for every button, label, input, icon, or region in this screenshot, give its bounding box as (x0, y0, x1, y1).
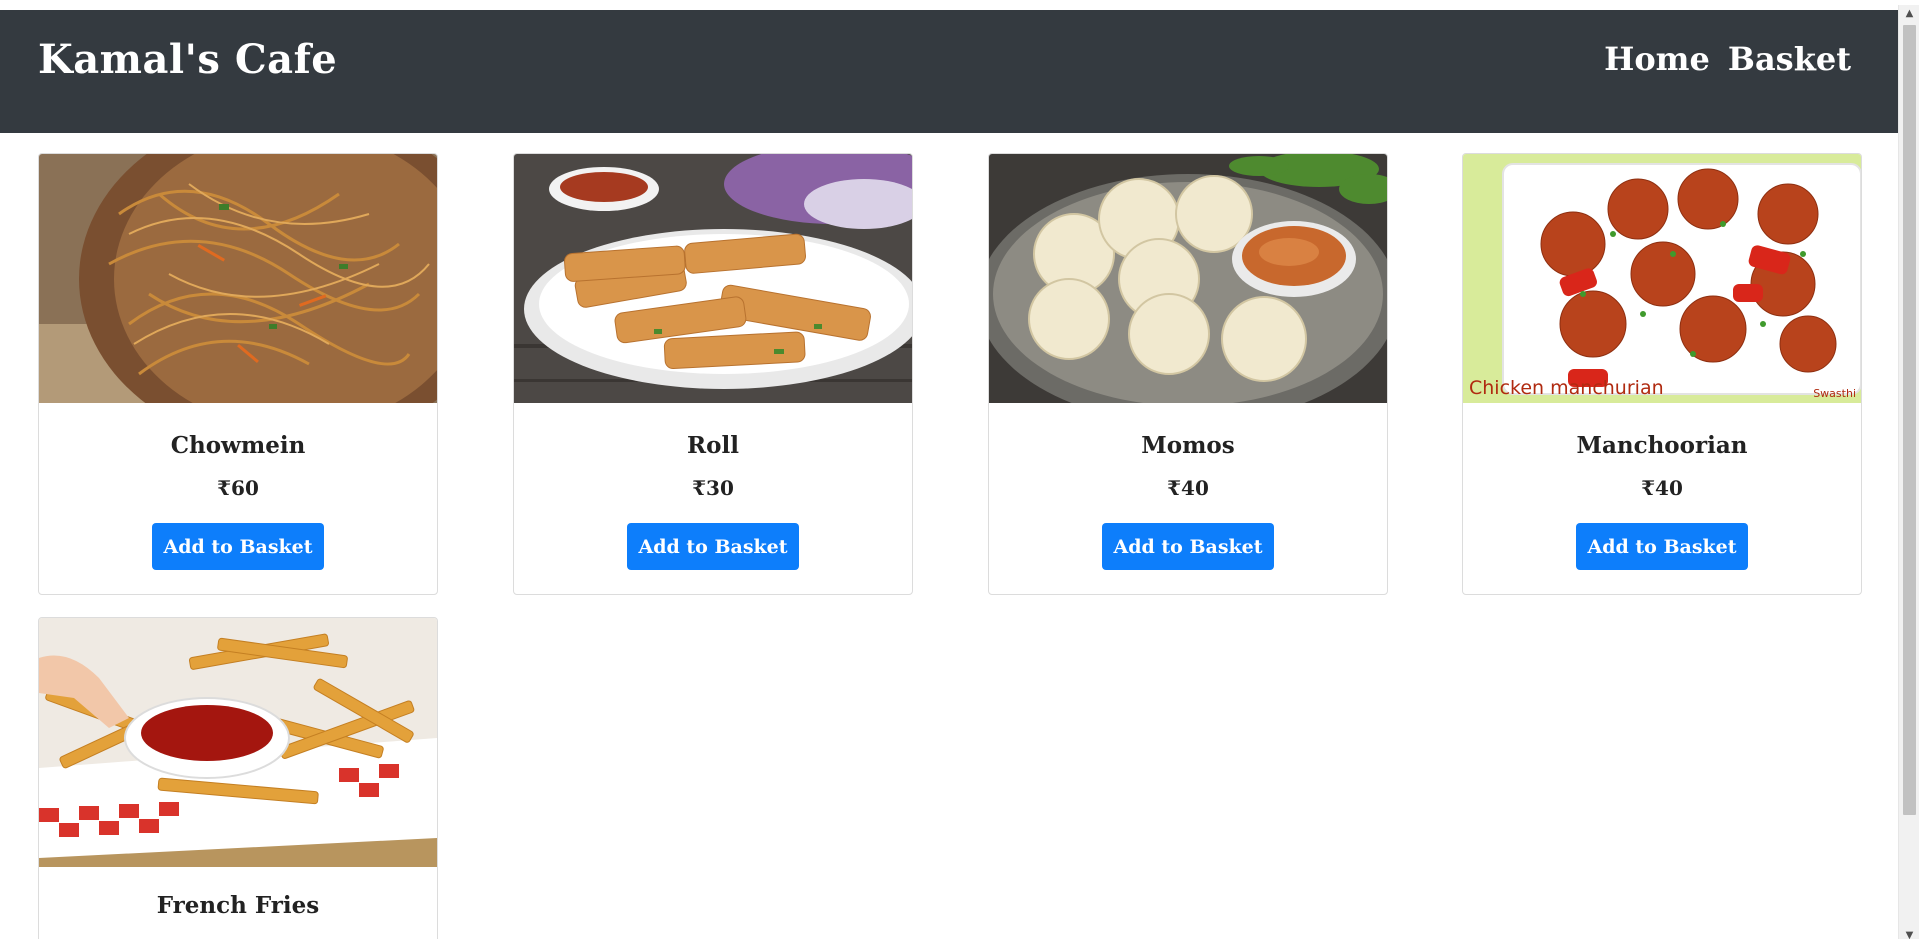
nav-links: Home Basket (1604, 40, 1851, 78)
viewport: Kamal's Cafe Home Basket Chowmein ₹60 Ad… (0, 0, 1919, 939)
image-caption: Chicken manchurian (1469, 377, 1664, 399)
item-name: Momos (1141, 432, 1235, 459)
item-price: ₹30 (692, 476, 734, 500)
item-name: Manchoorian (1576, 432, 1748, 459)
chowmein-image (39, 154, 437, 403)
scroll-down-arrow-icon[interactable]: ▼ (1899, 927, 1919, 939)
scroll-thumb[interactable] (1903, 25, 1916, 815)
item-price: ₹40 (1641, 476, 1683, 500)
french-fries-image (39, 618, 437, 867)
menu-card-roll: Roll ₹30 Add to Basket (513, 153, 913, 595)
add-to-basket-button-chowmein[interactable]: Add to Basket (152, 523, 324, 570)
item-price: ₹40 (1167, 476, 1209, 500)
add-to-basket-button-roll[interactable]: Add to Basket (627, 523, 799, 570)
nav-link-basket[interactable]: Basket (1728, 40, 1851, 78)
add-to-basket-button-manchoorian[interactable]: Add to Basket (1576, 523, 1748, 570)
momos-image (989, 154, 1387, 403)
page-scrollbar[interactable]: ▲ ▼ (1898, 5, 1919, 939)
item-price: ₹60 (217, 476, 259, 500)
item-name: French Fries (156, 892, 320, 919)
brand-logo[interactable]: Kamal's Cafe (38, 36, 337, 83)
navbar: Kamal's Cafe Home Basket (0, 10, 1898, 133)
item-name: Roll (687, 432, 739, 459)
nav-link-home[interactable]: Home (1604, 40, 1710, 78)
menu-card-french-fries: French Fries (38, 617, 438, 939)
manchoorian-image: Chicken manchurian Swasthi (1463, 154, 1861, 403)
scroll-up-arrow-icon[interactable]: ▲ (1899, 5, 1919, 22)
roll-image (514, 154, 912, 403)
item-name: Chowmein (170, 432, 306, 459)
menu-card-momos: Momos ₹40 Add to Basket (988, 153, 1388, 595)
menu-card-chowmein: Chowmein ₹60 Add to Basket (38, 153, 438, 595)
image-credit: Swasthi (1813, 387, 1856, 400)
add-to-basket-button-momos[interactable]: Add to Basket (1102, 523, 1274, 570)
menu-card-manchoorian: Chicken manchurian Swasthi Manchoorian ₹… (1462, 153, 1862, 595)
